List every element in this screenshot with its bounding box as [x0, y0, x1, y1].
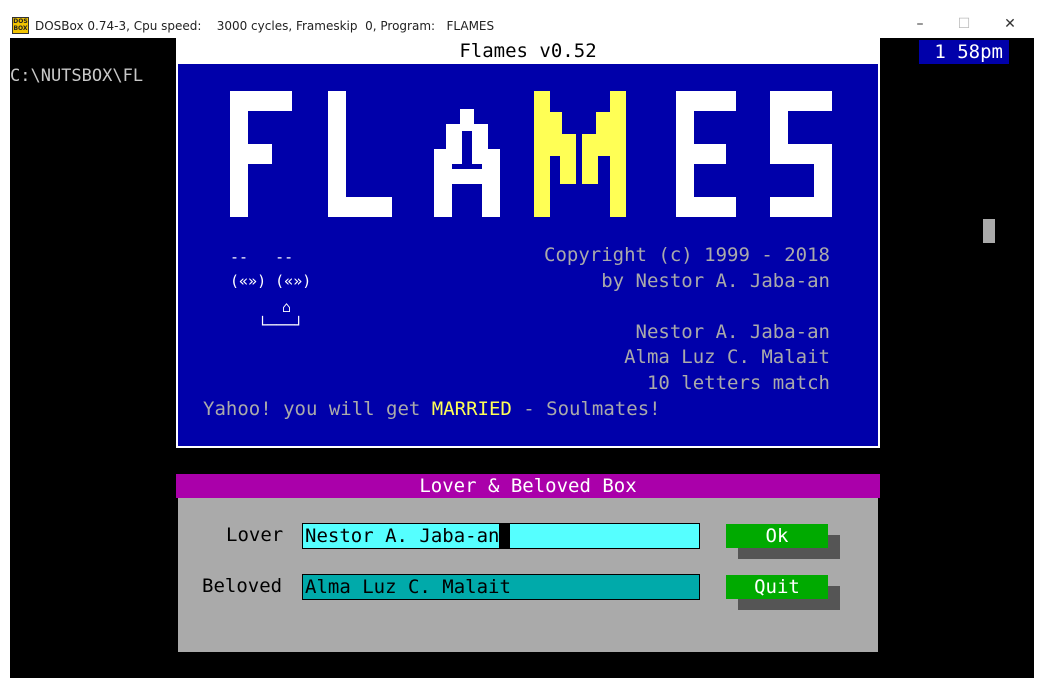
- result-suffix: - Soulmates!: [511, 398, 661, 420]
- lover-beloved-dialog: Lover & Beloved Box Lover Nestor A. Jaba…: [176, 474, 880, 652]
- flames-title: Flames v0.52: [176, 38, 880, 64]
- beloved-input[interactable]: Alma Luz C. Malait: [302, 574, 700, 600]
- face-eyes: («») («»): [230, 272, 312, 290]
- dosbox-icon: DOS BOX: [12, 17, 29, 34]
- logo-letter-e: [676, 91, 736, 217]
- result-word: MARRIED: [431, 398, 512, 420]
- title-bar[interactable]: DOS BOX DOSBox 0.74-3, Cpu speed: 3000 cy…: [0, 0, 1046, 38]
- logo-letter-a: [434, 109, 500, 217]
- flames-window: Flames v0.52 -- -- («») («») ⌂ └───┘ Cop…: [176, 38, 880, 448]
- dialog-body: Lover Nestor A. Jaba-an Ok Beloved Alma …: [178, 498, 878, 652]
- match-count: 10 letters match: [646, 372, 830, 394]
- copyright: Copyright (c) 1999 - 2018: [544, 244, 830, 266]
- quit-button[interactable]: Quit: [726, 575, 828, 599]
- close-icon[interactable]: ✕: [996, 14, 1024, 34]
- logo-letter-l: [328, 91, 392, 217]
- clock: 1 58pm: [919, 40, 1009, 64]
- beloved-name-text: Alma Luz C. Malait: [624, 346, 830, 368]
- dos-screen[interactable]: C:\NUTSBOX\FL 1 58pm Flames v0.52 -- -- …: [10, 38, 1034, 678]
- scrollbar-thumb[interactable]: [983, 219, 995, 243]
- window-title: DOSBox 0.74-3, Cpu speed: 3000 cycles, F…: [35, 19, 495, 33]
- lover-name-display: Nestor A. Jaba-an: [636, 321, 830, 343]
- lover-label: Lover: [226, 524, 284, 546]
- logo-letter-m: [534, 91, 626, 217]
- dialog-header: Lover & Beloved Box: [176, 474, 880, 498]
- face-brows: -- --: [230, 248, 294, 266]
- text-cursor: [499, 524, 511, 548]
- logo-letter-s: [770, 91, 832, 217]
- dos-prompt: C:\NUTSBOX\FL: [10, 66, 144, 86]
- face-mouth: └───┘: [258, 316, 304, 334]
- logo-letter-f: [230, 91, 292, 217]
- result-line: Yahoo! you will get MARRIED - Soulmates!: [203, 398, 661, 420]
- lover-name-text: Nestor A. Jaba-an: [635, 321, 830, 343]
- ok-button[interactable]: Ok: [726, 524, 828, 548]
- minimize-icon[interactable]: –: [906, 14, 934, 34]
- flames-logo: [230, 91, 832, 217]
- result-prefix: Yahoo! you will get: [203, 398, 432, 420]
- maximize-icon[interactable]: ☐: [950, 14, 978, 34]
- beloved-label: Beloved: [202, 575, 283, 597]
- beloved-name-display: Alma Luz C. Malait: [624, 346, 830, 368]
- lover-input-value: Nestor A. Jaba-an: [305, 525, 500, 547]
- author: by Nestor A. Jaba-an: [601, 270, 830, 292]
- beloved-input-value: Alma Luz C. Malait: [305, 576, 511, 598]
- dosbox-window: DOS BOX DOSBox 0.74-3, Cpu speed: 3000 cy…: [0, 0, 1046, 691]
- lover-input[interactable]: Nestor A. Jaba-an: [302, 523, 700, 549]
- flames-body: -- -- («») («») ⌂ └───┘ Copyright (c) 19…: [176, 64, 880, 448]
